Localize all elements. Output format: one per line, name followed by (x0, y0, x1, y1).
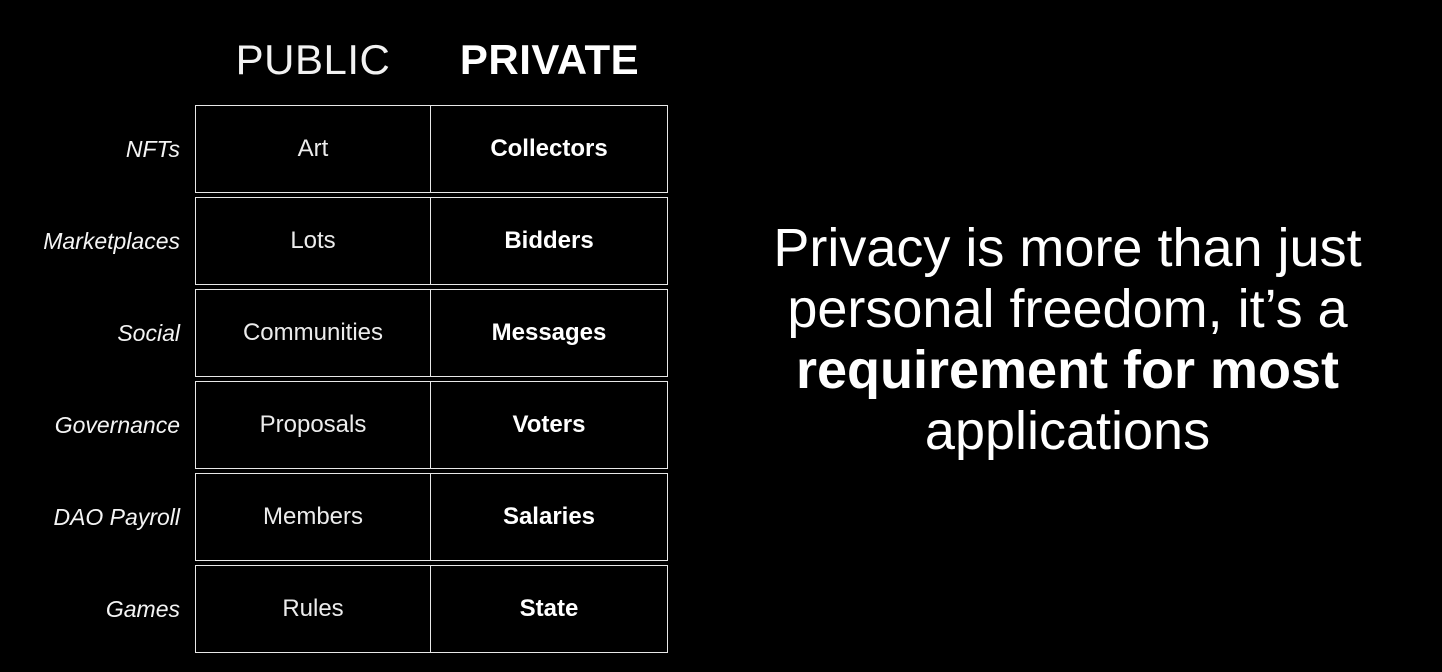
matrix-row-social: Social Communities Messages (0, 289, 700, 377)
matrix-row-games: Games Rules State (0, 565, 700, 653)
row-spacer (180, 565, 195, 653)
row-cells-marketplaces: Lots Bidders (195, 197, 668, 285)
row-cells-governance: Proposals Voters (195, 381, 668, 469)
cell-public-marketplaces: Lots (196, 198, 431, 284)
statement-emphasis: requirement for most (795, 340, 1340, 400)
column-header-private: PRIVATE (459, 36, 640, 83)
slide-root: PUBLIC PRIVATE NFTs Art Collectors Marke… (0, 0, 1442, 672)
row-spacer (180, 105, 195, 193)
cell-public-dao-payroll: Members (196, 474, 431, 560)
cell-public-social: Communities (196, 290, 431, 376)
public-private-matrix: PUBLIC PRIVATE NFTs Art Collectors Marke… (0, 0, 700, 672)
row-cells-social: Communities Messages (195, 289, 668, 377)
row-cells-games: Rules State (195, 565, 668, 653)
row-label-games: Games (105, 595, 180, 622)
row-label-marketplaces: Marketplaces (43, 227, 180, 254)
matrix-row-nfts: NFTs Art Collectors (0, 105, 700, 193)
row-spacer (180, 473, 195, 561)
row-label-dao-payroll: DAO Payroll (53, 503, 180, 530)
matrix-row-governance: Governance Proposals Voters (0, 381, 700, 469)
cell-public-games: Rules (196, 566, 431, 652)
cell-private-marketplaces: Bidders (504, 227, 594, 254)
column-header-public: PUBLIC (235, 36, 391, 83)
statement-panel: Privacy is more than just personal freed… (760, 218, 1375, 462)
statement-part-1: Privacy is more than just personal freed… (773, 218, 1362, 339)
matrix-rows: NFTs Art Collectors Marketplaces Lots Bi… (0, 105, 700, 657)
row-label-nfts: NFTs (125, 135, 180, 162)
cell-public-governance: Proposals (196, 382, 431, 468)
cell-private-governance: Voters (512, 411, 586, 438)
cell-private-social: Messages (491, 319, 607, 346)
cell-public-nfts: Art (196, 106, 431, 192)
row-cells-nfts: Art Collectors (195, 105, 668, 193)
row-cells-dao-payroll: Members Salaries (195, 473, 668, 561)
matrix-row-marketplaces: Marketplaces Lots Bidders (0, 197, 700, 285)
row-spacer (180, 381, 195, 469)
row-label-governance: Governance (54, 411, 180, 438)
row-spacer (180, 197, 195, 285)
cell-private-nfts: Collectors (490, 135, 608, 162)
matrix-column-headers: PUBLIC PRIVATE (195, 34, 668, 90)
cell-private-dao-payroll: Salaries (502, 503, 596, 530)
statement-text: Privacy is more than just personal freed… (760, 218, 1375, 462)
matrix-row-dao-payroll: DAO Payroll Members Salaries (0, 473, 700, 561)
cell-private-games: State (519, 595, 579, 622)
statement-part-2: applications (924, 401, 1211, 461)
row-spacer (180, 289, 195, 377)
row-label-social: Social (117, 319, 180, 346)
